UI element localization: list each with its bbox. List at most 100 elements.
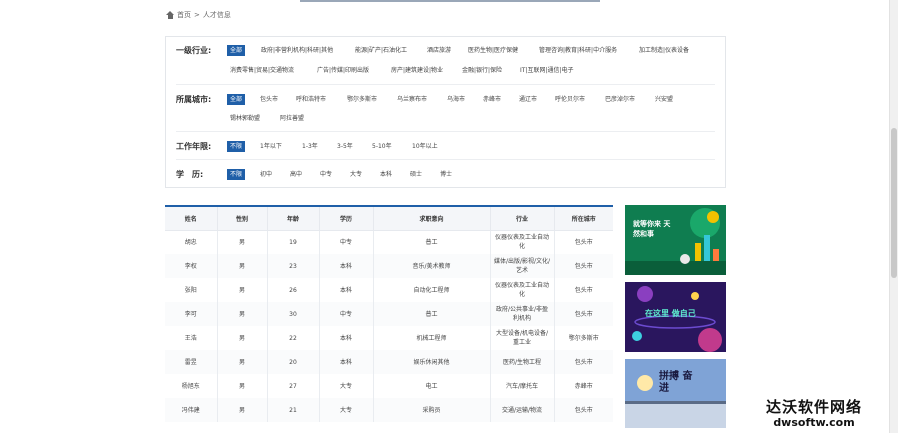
- industry-option[interactable]: 房产|建筑建设|物业: [388, 65, 446, 76]
- cell-gender: 男: [216, 350, 267, 374]
- filter-panel: 一级行业: 全部 政府|非营利机构|科研|其他 能源|矿产|石油化工 酒店旅游 …: [165, 36, 726, 188]
- cell-age: 30: [266, 302, 319, 326]
- cell-city: 包头市: [553, 302, 613, 326]
- city-option[interactable]: 巴彦淖尔市: [602, 94, 638, 105]
- ad-banner-2[interactable]: 在这里 做自己: [625, 282, 726, 352]
- table-row[interactable]: 冯伟建 男 21 大专 采购员 交通/运输/物流 包头市: [165, 398, 613, 422]
- education-option[interactable]: 中专: [317, 169, 335, 180]
- cell-age: 22: [266, 326, 319, 350]
- cell-city: 赤峰市: [553, 374, 613, 398]
- ad-banner-3[interactable]: 拼搏 奋进: [625, 359, 726, 428]
- city-option[interactable]: 通辽市: [516, 94, 540, 105]
- scrollbar[interactable]: [889, 0, 898, 433]
- table-row[interactable]: 王浩 男 22 本科 机械工程师 大型设备/机电设备/重工业 鄂尔多斯市: [165, 326, 613, 350]
- industry-option[interactable]: 能源|矿产|石油化工: [352, 45, 410, 56]
- city-option[interactable]: 鄂尔多斯市: [344, 94, 380, 105]
- cell-education: 中专: [318, 302, 373, 326]
- industry-option[interactable]: 管理咨询|教育|科研|中介服务: [536, 45, 620, 56]
- table-row[interactable]: 雷昱 男 20 本科 娱乐休闲其他 医药/生物工程 包头市: [165, 350, 613, 374]
- scrollbar-thumb[interactable]: [891, 128, 897, 278]
- cell-age: 21: [266, 398, 319, 422]
- city-option[interactable]: 阿拉善盟: [277, 113, 307, 124]
- cell-name[interactable]: 张阳: [165, 278, 217, 302]
- city-option[interactable]: 全部: [227, 94, 246, 105]
- education-option[interactable]: 高中: [287, 169, 305, 180]
- breadcrumb-current: 人才信息: [202, 11, 231, 19]
- filter-row-education: 学 历: 不限 初中 高中 中专 大专 本科 硕士 博士: [176, 160, 715, 188]
- cell-industry: 交通/运输/物流: [489, 398, 554, 422]
- breadcrumb: 首页 > 人才信息: [166, 10, 231, 20]
- table-row[interactable]: 杨旭东 男 27 大专 电工 汽车/摩托车 赤峰市: [165, 374, 613, 398]
- table-row[interactable]: 李权 男 23 本科 音乐/美术教师 媒体/出版/影视/文化/艺术 包头市: [165, 254, 613, 278]
- cell-name[interactable]: 雷昱: [165, 350, 217, 374]
- watermark-en: dwsoftw.com: [773, 416, 855, 429]
- education-option[interactable]: 硕士: [407, 169, 425, 180]
- education-option[interactable]: 博士: [437, 169, 455, 180]
- table-row[interactable]: 张阳 男 26 本科 自动化工程师 仪器仪表及工业自动化 包头市: [165, 278, 613, 302]
- cell-name[interactable]: 王浩: [165, 326, 217, 350]
- table-row[interactable]: 胡忠 男 19 中专 普工 仪器仪表及工业自动化 包头市: [165, 230, 613, 254]
- experience-option[interactable]: 5-10年: [369, 141, 395, 152]
- watermark: 达沃软件网络 dwsoftw.com: [766, 396, 862, 429]
- filter-row-industry: 一级行业: 全部 政府|非营利机构|科研|其他 能源|矿产|石油化工 酒店旅游 …: [176, 37, 715, 85]
- cell-gender: 男: [216, 278, 267, 302]
- city-option[interactable]: 兴安盟: [652, 94, 676, 105]
- cell-name[interactable]: 李可: [165, 302, 217, 326]
- education-option[interactable]: 不限: [227, 169, 246, 180]
- cell-age: 23: [266, 254, 319, 278]
- cell-gender: 男: [216, 374, 267, 398]
- watermark-cn: 达沃软件网络: [766, 398, 863, 416]
- industry-option[interactable]: 医药生物|医疗保健: [465, 45, 521, 56]
- industry-option[interactable]: 全部: [227, 45, 246, 56]
- city-option[interactable]: 锡林郭勒盟: [227, 113, 263, 124]
- breadcrumb-home[interactable]: 首页: [177, 10, 191, 20]
- city-option[interactable]: 乌兰察布市: [394, 94, 430, 105]
- cell-name[interactable]: 杨旭东: [165, 374, 217, 398]
- industry-option[interactable]: 加工制造|仪表设备: [636, 45, 692, 56]
- filter-label-education: 学 历:: [176, 170, 204, 179]
- industry-option[interactable]: IT|互联网|通信|电子: [517, 65, 577, 76]
- cell-name[interactable]: 胡忠: [165, 230, 217, 254]
- header-industry: 行业: [489, 205, 554, 231]
- cell-education: 本科: [318, 350, 373, 374]
- cell-intention: 机械工程师: [372, 326, 490, 350]
- cell-intention: 普工: [372, 302, 490, 326]
- header-gender: 性别: [216, 205, 267, 231]
- industry-option[interactable]: 广告|传媒|印刷出版: [314, 65, 372, 76]
- experience-option[interactable]: 不限: [227, 141, 246, 152]
- experience-option[interactable]: 10年以上: [409, 141, 441, 152]
- education-option[interactable]: 初中: [257, 169, 275, 180]
- cell-education: 本科: [318, 326, 373, 350]
- city-option[interactable]: 乌海市: [444, 94, 468, 105]
- experience-option[interactable]: 1年以下: [257, 141, 285, 152]
- education-option[interactable]: 大专: [347, 169, 365, 180]
- cell-city: 包头市: [553, 350, 613, 374]
- city-option[interactable]: 呼和浩特市: [293, 94, 329, 105]
- industry-option[interactable]: 消费零售|贸易|交通物流: [227, 65, 297, 76]
- cell-name[interactable]: 李权: [165, 254, 217, 278]
- cell-industry: 仪器仪表及工业自动化: [489, 230, 554, 254]
- cell-name[interactable]: 冯伟建: [165, 398, 217, 422]
- experience-option[interactable]: 1-3年: [299, 141, 321, 152]
- industry-option[interactable]: 金融|银行|保险: [459, 65, 505, 76]
- cell-intention: 音乐/美术教师: [372, 254, 490, 278]
- education-option[interactable]: 本科: [377, 169, 395, 180]
- cell-industry: 仪器仪表及工业自动化: [489, 278, 554, 302]
- industry-option[interactable]: 酒店旅游: [424, 45, 454, 56]
- city-option[interactable]: 赤峰市: [480, 94, 504, 105]
- industry-option[interactable]: 政府|非营利机构|科研|其他: [258, 45, 336, 56]
- cell-age: 19: [266, 230, 319, 254]
- filter-row-city: 所属城市: 全部 包头市 呼和浩特市 鄂尔多斯市 乌兰察布市 乌海市 赤峰市 通…: [176, 85, 715, 132]
- filter-label-industry: 一级行业:: [176, 46, 212, 55]
- ad-banner-1[interactable]: 就等你来 天然和事: [625, 205, 726, 275]
- table-row[interactable]: 李可 男 30 中专 普工 政府/公共事业/非盈利机构 包头市: [165, 302, 613, 326]
- cell-gender: 男: [216, 302, 267, 326]
- experience-option[interactable]: 3-5年: [334, 141, 356, 152]
- breadcrumb-separator: >: [194, 11, 200, 19]
- cell-industry: 汽车/摩托车: [489, 374, 554, 398]
- header-city: 所在城市: [553, 205, 613, 231]
- header-intention: 求职意向: [372, 205, 490, 231]
- home-icon[interactable]: [166, 11, 174, 19]
- city-option[interactable]: 包头市: [257, 94, 281, 105]
- city-option[interactable]: 呼伦贝尔市: [552, 94, 588, 105]
